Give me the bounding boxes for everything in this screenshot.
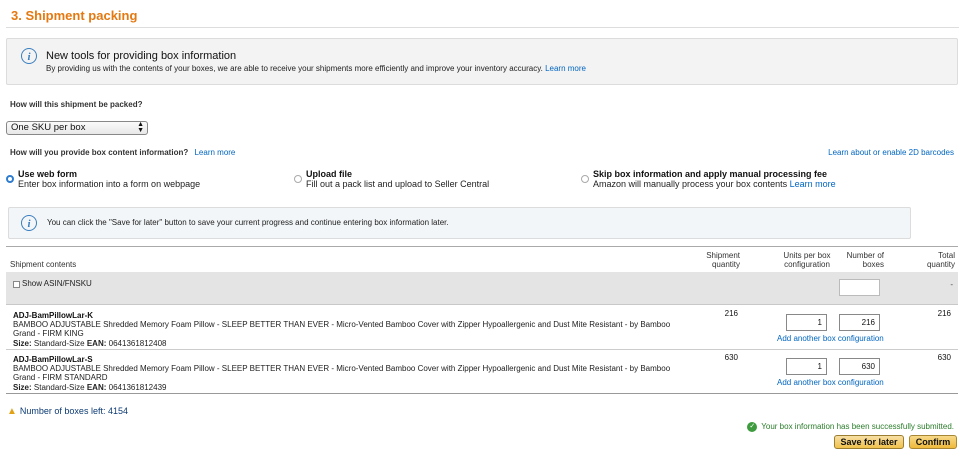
size-label: Size: xyxy=(13,383,32,392)
size-value: Standard-Size xyxy=(33,339,85,348)
summary-total-quantity: - xyxy=(950,280,953,289)
row-description: BAMBOO ADJUSTABLE Shredded Memory Foam P… xyxy=(13,320,671,338)
header-units-per-box: Units per box configuration xyxy=(772,251,842,269)
table-bottom-border xyxy=(6,393,958,394)
add-box-configuration-link[interactable]: Add another box configuration xyxy=(777,378,884,387)
row-shipment-quantity: 630 xyxy=(724,353,738,362)
units-per-box-input[interactable]: 1 xyxy=(786,314,827,331)
row-total-quantity: 216 xyxy=(937,309,951,318)
select-arrows-icon: ▲ ▼ xyxy=(137,121,144,134)
ean-label: EAN: xyxy=(86,339,107,348)
row-size-ean: Size: Standard-Size EAN: 0641361812408 xyxy=(13,339,166,348)
total-boxes-input[interactable] xyxy=(839,279,880,296)
header-number-of-boxes-line1: Number of xyxy=(846,251,884,260)
success-message: ✓ Your box information has been successfu… xyxy=(747,422,954,432)
save-for-later-button[interactable]: Save for later xyxy=(834,435,904,449)
warning-icon: ▲ xyxy=(7,406,17,417)
boxes-left-text: Number of boxes left: 4154 xyxy=(19,406,128,416)
show-asin-checkbox[interactable] xyxy=(13,281,20,288)
info-banner-title: New tools for providing box information xyxy=(46,50,237,62)
header-number-of-boxes: Number of boxes xyxy=(834,251,884,269)
table-row: ADJ-BamPillowLar-K BAMBOO ADJUSTABLE Shr… xyxy=(6,305,958,349)
option-skip-desc: Amazon will manually process your box co… xyxy=(593,179,836,189)
header-shipment-quantity-line1: Shipment xyxy=(706,251,740,260)
confirm-button[interactable]: Confirm xyxy=(909,435,957,449)
checkmark-icon: ✓ xyxy=(747,422,758,432)
row-sku: ADJ-BamPillowLar-S xyxy=(13,355,93,364)
section-title: 3. Shipment packing xyxy=(11,8,138,23)
add-box-configuration-link[interactable]: Add another box configuration xyxy=(777,334,884,343)
packing-question: How will this shipment be packed? xyxy=(10,100,143,109)
header-units-per-box-line2: configuration xyxy=(784,260,830,269)
boxes-left-warning: ▲ Number of boxes left: 4154 xyxy=(7,406,128,417)
row-size-ean: Size: Standard-Size EAN: 0641361812439 xyxy=(13,383,166,392)
header-number-of-boxes-line2: boxes xyxy=(862,260,884,269)
ean-label: EAN: xyxy=(86,383,107,392)
option-web-form-desc: Enter box information into a form on web… xyxy=(18,179,201,189)
save-note-banner: i You can click the "Save for later" but… xyxy=(8,207,911,239)
header-total-quantity-line1: Total xyxy=(938,251,955,260)
success-text: Your box information has been successful… xyxy=(761,422,954,432)
save-note-text: You can click the "Save for later" butto… xyxy=(47,218,449,227)
number-of-boxes-input[interactable]: 216 xyxy=(839,314,880,331)
radio-skip[interactable] xyxy=(581,175,589,183)
learn-more-link[interactable]: Learn more xyxy=(545,64,586,73)
table-row: ADJ-BamPillowLar-S BAMBOO ADJUSTABLE Shr… xyxy=(6,349,958,393)
table-summary-row: Show ASIN/FNSKU - xyxy=(6,272,958,305)
option-skip-learn-more-link[interactable]: Learn more xyxy=(790,179,836,189)
option-skip-label: Skip box information and apply manual pr… xyxy=(593,169,828,179)
header-total-quantity: Total quantity xyxy=(904,251,955,269)
ean-value: 0641361812439 xyxy=(108,383,167,392)
info-banner-text: By providing us with the contents of you… xyxy=(46,64,586,73)
info-icon: i xyxy=(21,215,37,231)
header-shipment-quantity-line2: quantity xyxy=(711,260,740,269)
units-per-box-input[interactable]: 1 xyxy=(786,358,827,375)
row-total-quantity: 630 xyxy=(937,353,951,362)
header-units-per-box-line1: Units per box xyxy=(783,251,831,260)
option-upload-file-desc: Fill out a pack list and upload to Selle… xyxy=(306,179,490,189)
packing-select[interactable]: One SKU per box ▲ ▼ xyxy=(6,121,148,135)
number-of-boxes-input[interactable]: 630 xyxy=(839,358,880,375)
info-banner-body: By providing us with the contents of you… xyxy=(46,64,543,73)
box-content-question: How will you provide box content informa… xyxy=(10,148,235,157)
show-asin-label: Show ASIN/FNSKU xyxy=(22,279,92,288)
box-content-learn-more-link[interactable]: Learn more xyxy=(194,148,235,157)
radio-upload-file[interactable] xyxy=(294,175,302,183)
header-shipment-contents: Shipment contents xyxy=(10,260,77,269)
packing-select-value: One SKU per box xyxy=(11,122,86,133)
option-web-form-label: Use web form xyxy=(18,169,78,179)
header-shipment-quantity: Shipment quantity xyxy=(690,251,740,269)
box-content-question-text: How will you provide box content informa… xyxy=(10,148,189,157)
divider xyxy=(6,27,959,28)
size-value: Standard-Size xyxy=(33,383,85,392)
option-upload-file-label: Upload file xyxy=(306,169,353,179)
radio-web-form[interactable] xyxy=(6,175,14,183)
size-label: Size: xyxy=(13,339,32,348)
row-shipment-quantity: 216 xyxy=(724,309,738,318)
info-icon: i xyxy=(21,48,37,64)
ean-value: 0641361812408 xyxy=(108,339,167,348)
row-description: BAMBOO ADJUSTABLE Shredded Memory Foam P… xyxy=(13,364,671,382)
row-sku: ADJ-BamPillowLar-K xyxy=(13,311,94,320)
info-banner: i New tools for providing box informatio… xyxy=(6,38,958,85)
table-top-border xyxy=(6,246,958,247)
option-skip-desc-text: Amazon will manually process your box co… xyxy=(593,179,788,189)
barcodes-link[interactable]: Learn about or enable 2D barcodes xyxy=(828,148,954,157)
header-total-quantity-line2: quantity xyxy=(926,260,955,269)
